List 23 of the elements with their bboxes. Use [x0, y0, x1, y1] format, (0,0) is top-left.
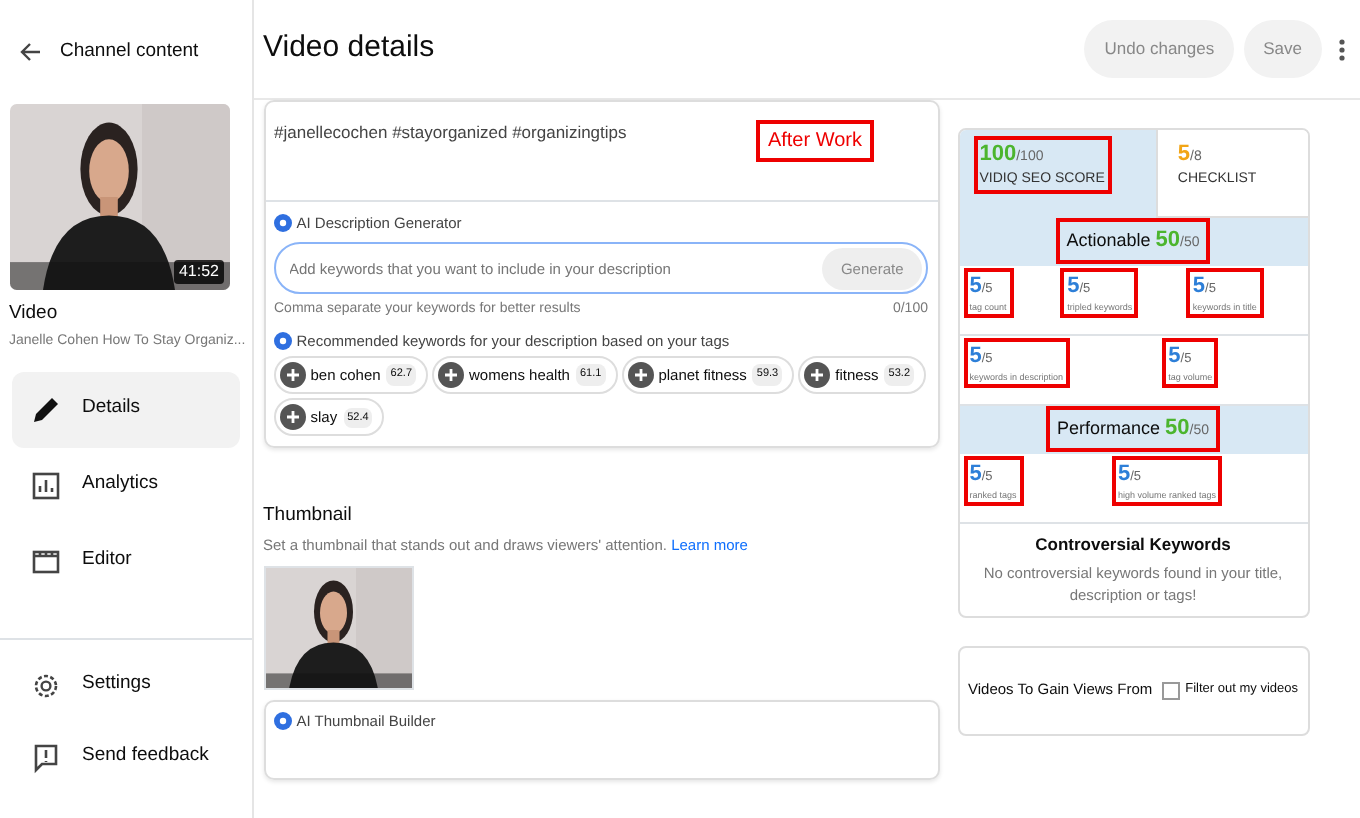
ai-icon: [274, 712, 292, 731]
nav-item[interactable]: Analytics: [12, 447, 240, 523]
nav-item[interactable]: Settings: [12, 649, 240, 721]
video-duration: 41:52: [174, 260, 223, 284]
ai-icon: [274, 213, 292, 232]
description-text: #janellecochen #stayorganized #organizingtips: [274, 120, 627, 146]
plus-icon: [804, 362, 831, 388]
annotation-label: After Work: [755, 120, 874, 162]
nav-item[interactable]: Editor: [12, 523, 240, 599]
plus-icon: [280, 404, 306, 431]
plus-icon: [627, 362, 654, 388]
page-title: Video details: [263, 28, 437, 69]
nav-item[interactable]: Send feedback: [12, 721, 240, 793]
channel-content-label: Channel content: [60, 37, 199, 66]
nav-item[interactable]: Details: [12, 371, 240, 447]
section-heading: Thumbnail: [263, 501, 354, 530]
ai-icon: [274, 331, 292, 350]
video-heading: Video: [7, 299, 60, 327]
plus-icon: [280, 362, 306, 388]
plus-icon: [438, 362, 465, 388]
analytics-icon: [28, 467, 64, 503]
back-arrow-icon[interactable]: [18, 40, 42, 64]
card-title: Controversial Keywords: [1033, 532, 1233, 558]
